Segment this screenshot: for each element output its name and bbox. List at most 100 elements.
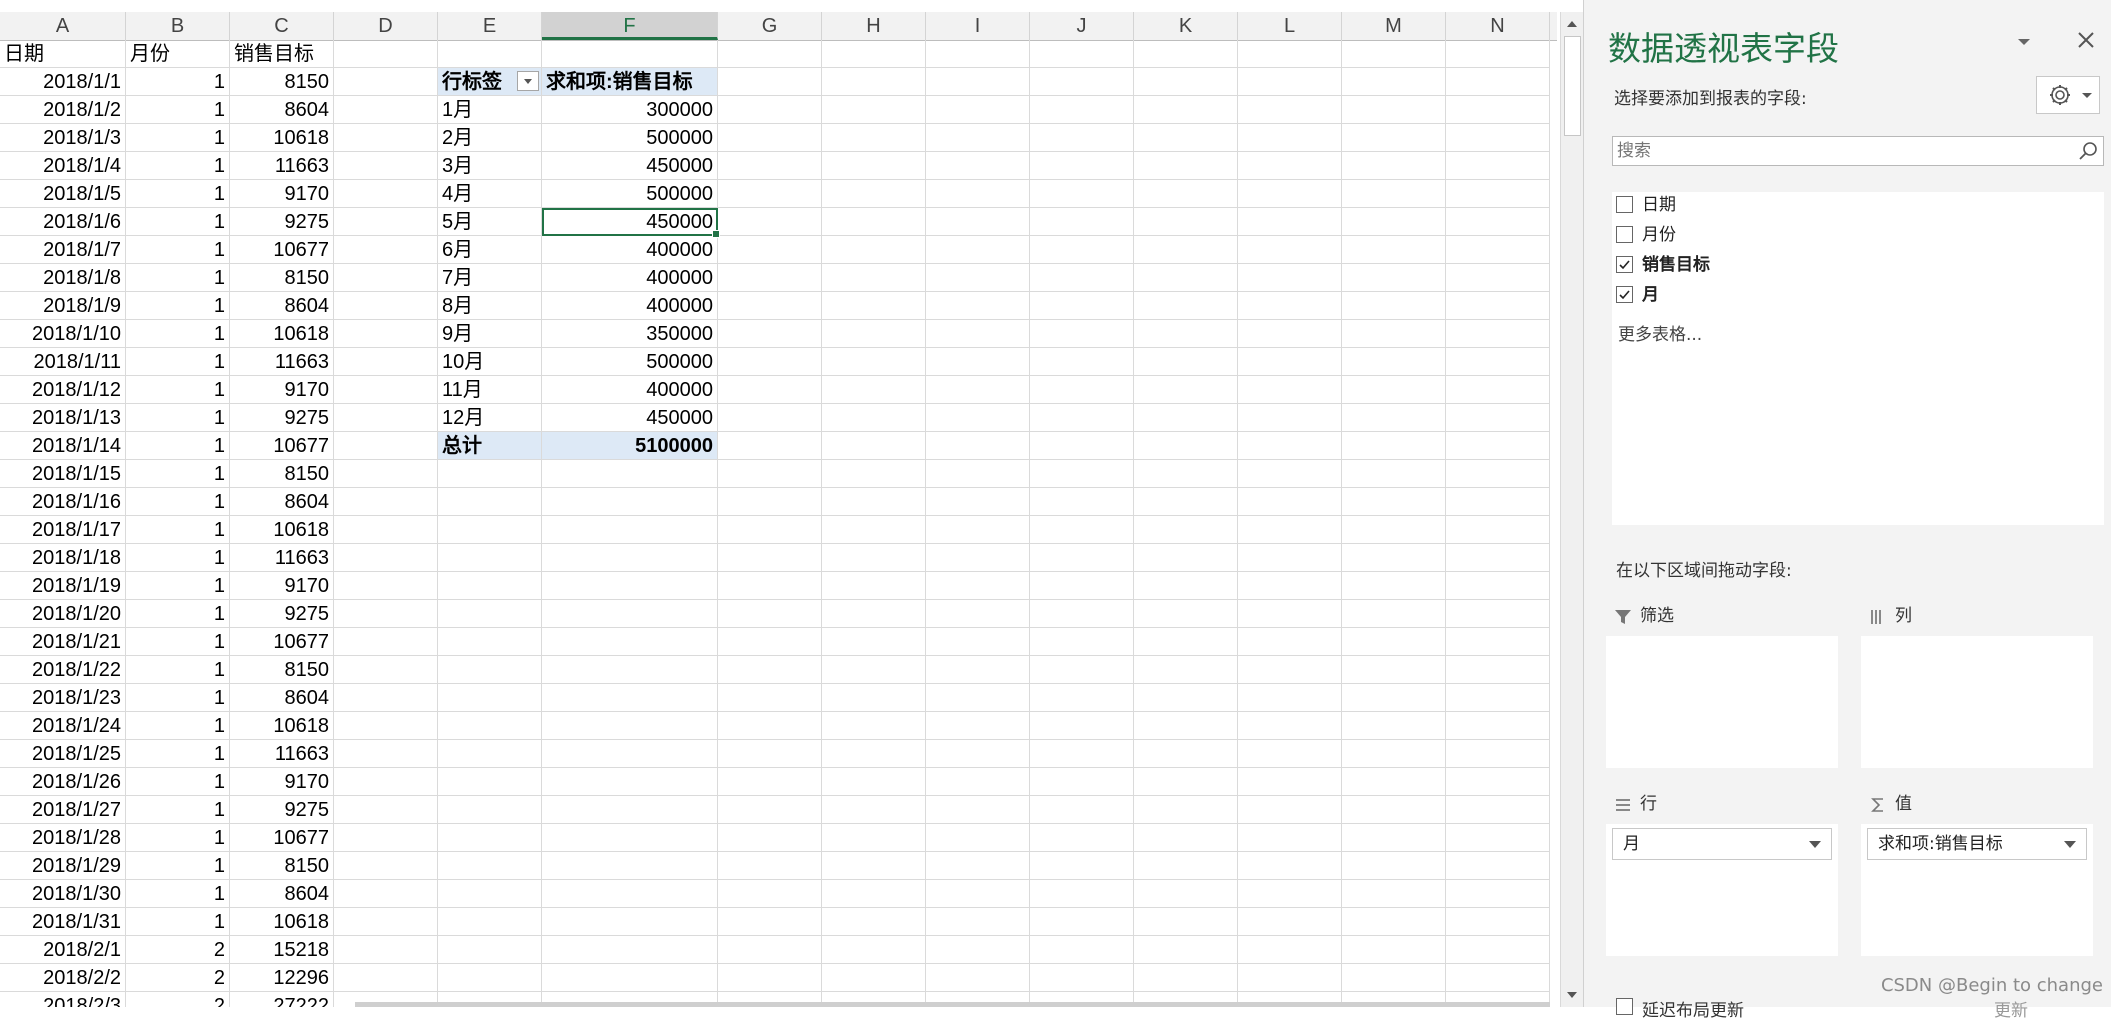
cell[interactable]: [926, 320, 1030, 348]
cell[interactable]: [822, 376, 926, 404]
cell[interactable]: [542, 908, 718, 936]
cell[interactable]: [718, 740, 822, 768]
date-cell[interactable]: 2018/1/23: [0, 684, 126, 712]
date-cell[interactable]: 2018/2/3: [0, 992, 126, 1007]
month-cell[interactable]: 2: [126, 992, 230, 1007]
cell[interactable]: [1446, 376, 1550, 404]
target-cell[interactable]: 9275: [230, 208, 334, 236]
cell[interactable]: [542, 684, 718, 712]
cell[interactable]: [718, 264, 822, 292]
month-cell[interactable]: 2: [126, 964, 230, 992]
cell[interactable]: [334, 684, 438, 712]
date-cell[interactable]: 2018/1/9: [0, 292, 126, 320]
cell[interactable]: [1342, 264, 1446, 292]
cell[interactable]: [926, 852, 1030, 880]
cell[interactable]: [438, 488, 542, 516]
cell[interactable]: [1446, 936, 1550, 964]
cell[interactable]: [1342, 460, 1446, 488]
cell[interactable]: [1342, 544, 1446, 572]
month-cell[interactable]: 1: [126, 824, 230, 852]
cell[interactable]: [334, 516, 438, 544]
month-cell[interactable]: 1: [126, 544, 230, 572]
cell[interactable]: [334, 964, 438, 992]
cell[interactable]: [822, 796, 926, 824]
cell[interactable]: [1342, 824, 1446, 852]
cell[interactable]: [926, 964, 1030, 992]
pivot-row-value[interactable]: 400000: [542, 236, 718, 264]
pivot-row-value[interactable]: 400000: [542, 264, 718, 292]
cell[interactable]: [542, 488, 718, 516]
update-button[interactable]: 更新: [1994, 996, 2028, 1021]
cell[interactable]: [1134, 236, 1238, 264]
month-cell[interactable]: 1: [126, 516, 230, 544]
cell[interactable]: [438, 544, 542, 572]
cell[interactable]: [1134, 908, 1238, 936]
cell[interactable]: [438, 936, 542, 964]
cell[interactable]: [926, 796, 1030, 824]
cell[interactable]: [1342, 404, 1446, 432]
cell[interactable]: [1342, 488, 1446, 516]
cell[interactable]: [718, 964, 822, 992]
month-cell[interactable]: 1: [126, 768, 230, 796]
cell[interactable]: [1238, 180, 1342, 208]
cell[interactable]: [822, 488, 926, 516]
month-cell[interactable]: 1: [126, 908, 230, 936]
target-cell[interactable]: 11663: [230, 544, 334, 572]
cell[interactable]: [334, 544, 438, 572]
cell[interactable]: [1134, 964, 1238, 992]
cell[interactable]: [1342, 740, 1446, 768]
target-cell[interactable]: 8150: [230, 656, 334, 684]
cell[interactable]: [1030, 936, 1134, 964]
cell[interactable]: [1134, 180, 1238, 208]
date-cell[interactable]: 2018/1/12: [0, 376, 126, 404]
month-cell[interactable]: 1: [126, 460, 230, 488]
cell[interactable]: [438, 460, 542, 488]
cell[interactable]: [718, 488, 822, 516]
date-cell[interactable]: 2018/1/21: [0, 628, 126, 656]
cell[interactable]: [1238, 908, 1342, 936]
month-cell[interactable]: 1: [126, 656, 230, 684]
cell[interactable]: [334, 376, 438, 404]
cell[interactable]: [542, 656, 718, 684]
cell[interactable]: [822, 516, 926, 544]
pivot-row-value[interactable]: 400000: [542, 292, 718, 320]
field-search[interactable]: [1612, 136, 2104, 166]
cell[interactable]: [926, 544, 1030, 572]
month-cell[interactable]: 1: [126, 376, 230, 404]
cell[interactable]: [438, 40, 542, 68]
cell[interactable]: [1030, 572, 1134, 600]
pivot-row-label[interactable]: 4月: [438, 180, 542, 208]
cell[interactable]: [1238, 796, 1342, 824]
cell[interactable]: [1446, 824, 1550, 852]
values-field-chip[interactable]: 求和项:销售目标: [1867, 828, 2087, 860]
cell[interactable]: [718, 544, 822, 572]
date-cell[interactable]: 2018/1/8: [0, 264, 126, 292]
cell[interactable]: [718, 208, 822, 236]
cell[interactable]: [926, 152, 1030, 180]
date-cell[interactable]: 2018/1/25: [0, 740, 126, 768]
cell[interactable]: [718, 96, 822, 124]
pivot-row-label[interactable]: 5月: [438, 208, 542, 236]
cell[interactable]: [438, 852, 542, 880]
date-cell[interactable]: 2018/1/6: [0, 208, 126, 236]
cell[interactable]: [542, 880, 718, 908]
cell[interactable]: [542, 740, 718, 768]
cell[interactable]: [334, 40, 438, 68]
cell[interactable]: [1238, 320, 1342, 348]
cell[interactable]: [1134, 348, 1238, 376]
target-cell[interactable]: 10618: [230, 908, 334, 936]
cell[interactable]: [926, 740, 1030, 768]
target-cell[interactable]: 9170: [230, 768, 334, 796]
target-cell[interactable]: 8604: [230, 292, 334, 320]
cell[interactable]: [1134, 208, 1238, 236]
cell[interactable]: [1030, 908, 1134, 936]
cell[interactable]: [926, 712, 1030, 740]
cell[interactable]: [438, 796, 542, 824]
cell[interactable]: [822, 600, 926, 628]
cell[interactable]: [718, 460, 822, 488]
month-cell[interactable]: 1: [126, 600, 230, 628]
cell[interactable]: [1134, 320, 1238, 348]
pivot-row-value[interactable]: 500000: [542, 348, 718, 376]
date-cell[interactable]: 2018/1/3: [0, 124, 126, 152]
date-cell[interactable]: 2018/1/28: [0, 824, 126, 852]
